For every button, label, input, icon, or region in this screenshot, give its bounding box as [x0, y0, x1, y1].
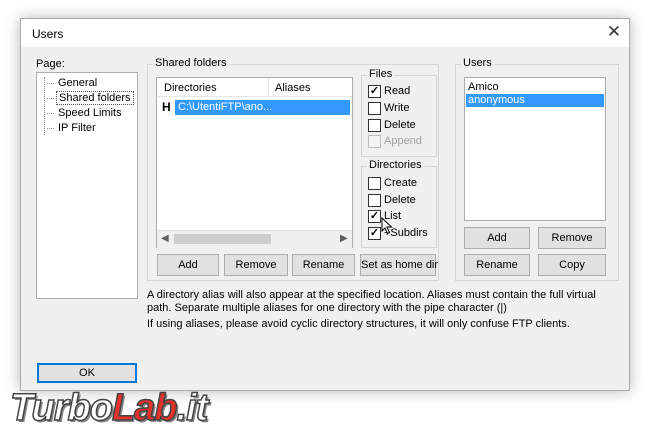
checkbox-label: Read [384, 85, 411, 97]
scroll-left-icon[interactable]: ◀ [161, 233, 169, 244]
info-text-line2: path. Separate multiple aliases for one … [147, 302, 507, 314]
directories-title: Directories [367, 159, 424, 171]
directory-path: C:\UtentiFTP\ano... [178, 101, 273, 113]
list-header: Directories Aliases [157, 78, 352, 97]
checkbox-box [368, 102, 381, 115]
tree-item-label: Speed Limits [58, 107, 122, 119]
users-list[interactable]: Amico anonymous [464, 77, 606, 221]
column-aliases[interactable]: Aliases [275, 82, 310, 94]
scrollbar-thumb[interactable] [174, 234, 271, 244]
checkbox-box [368, 177, 381, 190]
scroll-right-icon[interactable]: ▶ [340, 233, 348, 244]
users-title: Users [461, 57, 494, 69]
remove-folder-button[interactable]: Remove [224, 254, 288, 276]
close-icon[interactable]: ✕ [599, 19, 629, 47]
watermark-part2: Lab [111, 386, 178, 430]
user-item-anonymous[interactable]: anonymous [466, 94, 604, 107]
shared-folders-title: Shared folders [153, 57, 229, 69]
user-name: Amico [468, 81, 499, 93]
checkbox-label: Delete [384, 119, 416, 131]
page-label: Page: [36, 58, 65, 70]
checkbox-box [368, 119, 381, 132]
info-text-line3: If using aliases, please avoid cyclic di… [147, 318, 570, 330]
checkbox-box [368, 194, 381, 207]
watermark-part3: .it [176, 386, 209, 430]
title-bar: Users ✕ [21, 19, 629, 47]
rename-user-button[interactable]: Rename [464, 254, 530, 276]
horizontal-scrollbar[interactable]: ◀ ▶ [157, 230, 352, 248]
tree-branch [47, 128, 54, 129]
turbolab-watermark: TurboLab.it [9, 386, 209, 430]
add-user-button[interactable]: Add [464, 227, 530, 249]
mouse-cursor-icon [381, 217, 393, 235]
column-directories[interactable]: Directories [164, 82, 217, 94]
copy-user-button[interactable]: Copy [538, 254, 606, 276]
add-folder-button[interactable]: Add [157, 254, 219, 276]
tree-branch [47, 98, 54, 99]
tree-item-label: General [58, 77, 98, 89]
user-item-amico[interactable]: Amico [466, 81, 604, 94]
tree-branch [47, 83, 54, 84]
check-icon: ✓ [368, 210, 381, 223]
user-name: anonymous [468, 94, 525, 106]
watermark-part1: Turbo [9, 386, 113, 430]
files-title: Files [367, 68, 395, 80]
tree-item-label: Shared folders [56, 91, 134, 105]
row-selection: C:\UtentiFTP\ano... [175, 100, 350, 115]
tree-item-label: IP Filter [58, 122, 96, 134]
rename-folder-button[interactable]: Rename [292, 254, 355, 276]
table-row[interactable]: H C:\UtentiFTP\ano... [158, 100, 350, 115]
checkbox-label: Write [384, 102, 410, 114]
page-tree[interactable]: General Shared folders Speed Limits IP F… [36, 72, 138, 299]
checkbox-label: Delete [384, 194, 416, 206]
checkbox-label: Append [384, 135, 422, 147]
tree-branch [47, 113, 54, 114]
remove-user-button[interactable]: Remove [538, 227, 606, 249]
tree-line [44, 77, 45, 135]
home-dir-marker: H [162, 100, 171, 114]
window-title: Users [32, 27, 64, 41]
ok-button[interactable]: OK [37, 363, 137, 383]
directories-list[interactable]: Directories Aliases H C:\UtentiFTP\ano..… [156, 77, 353, 248]
checkbox-box [368, 135, 381, 148]
checkbox-label: Create [384, 177, 418, 189]
users-dialog: Users ✕ Page: General Shared folders Spe… [20, 18, 630, 391]
check-icon: ✓ [368, 227, 381, 240]
column-divider [268, 78, 269, 96]
check-icon: ✓ [368, 85, 381, 98]
set-home-dir-button[interactable]: Set as home dir [360, 254, 438, 276]
info-text-line1: A directory alias will also appear at th… [147, 289, 596, 301]
